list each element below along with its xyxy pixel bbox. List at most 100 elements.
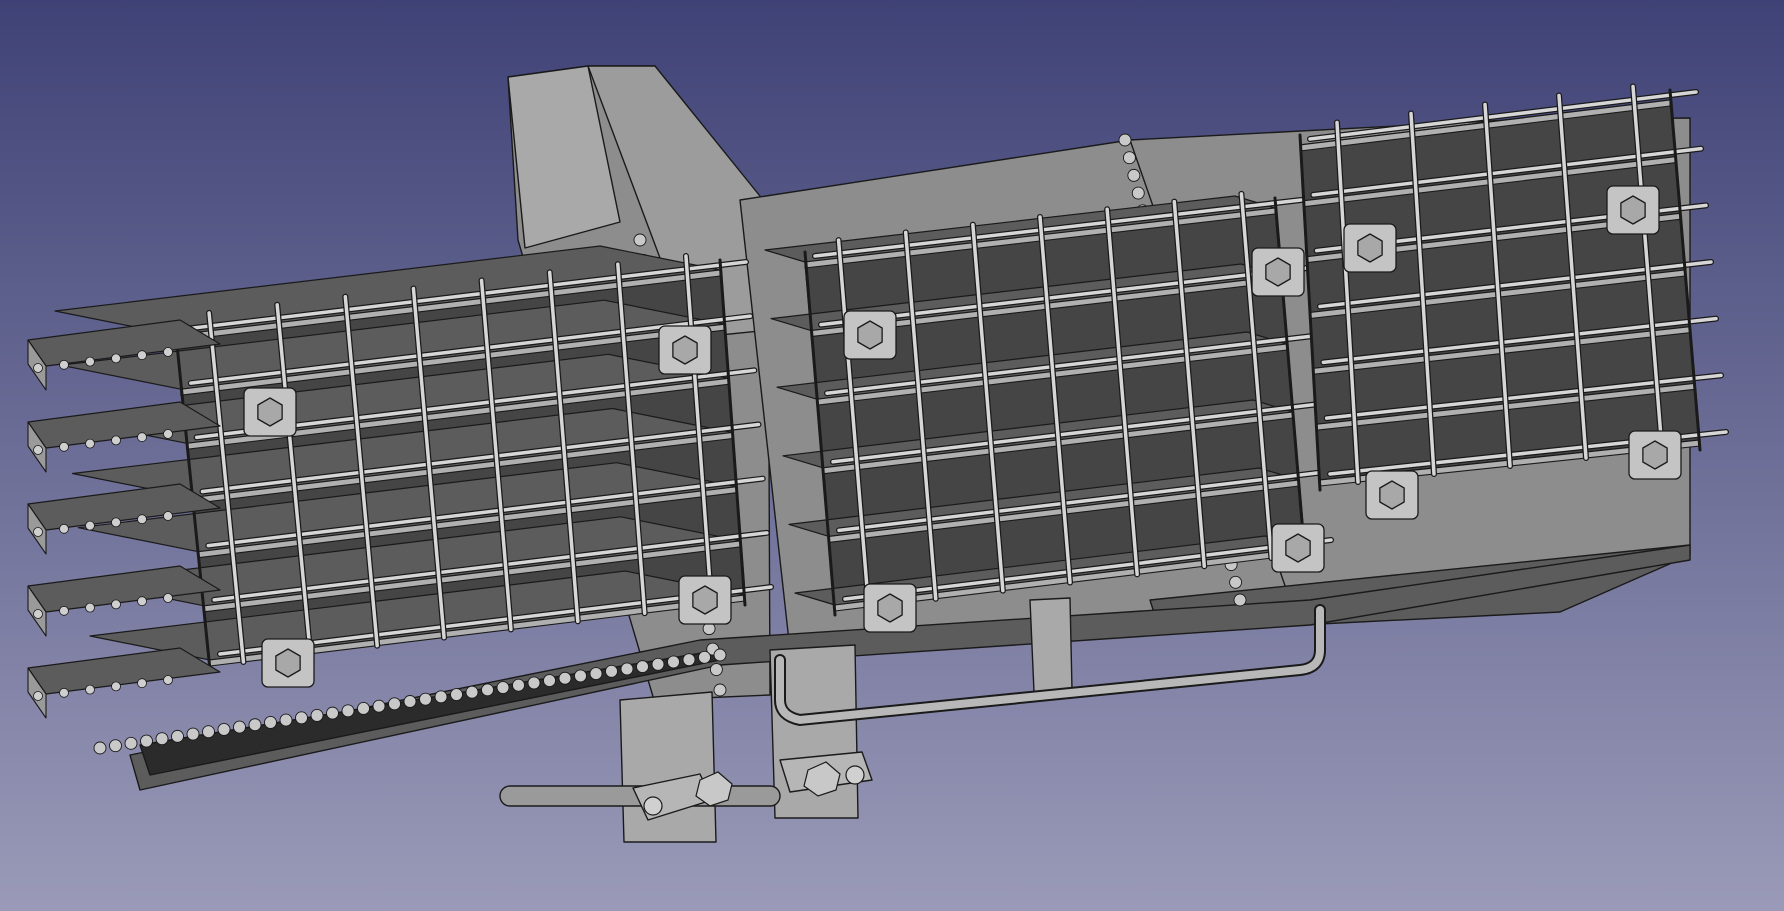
hex-bolt-clamp bbox=[863, 583, 917, 633]
rib-end-cap bbox=[163, 347, 173, 357]
weld-bead bbox=[574, 669, 587, 683]
weld-bead bbox=[633, 233, 647, 247]
weld-bead bbox=[620, 662, 634, 676]
hex-bolt-clamp bbox=[1628, 430, 1682, 480]
weld-bead bbox=[1233, 593, 1247, 607]
hex-bolt-clamp bbox=[1271, 523, 1325, 573]
rib-end-cap bbox=[163, 429, 173, 439]
hex-bolt-clamp bbox=[1606, 185, 1660, 235]
hex-nut bbox=[672, 335, 698, 365]
rib-end-cap bbox=[111, 517, 121, 528]
weld-bead bbox=[558, 671, 572, 685]
hex-bolt-clamp bbox=[658, 325, 712, 375]
rib-end-cap bbox=[85, 438, 95, 449]
rib-end-cap bbox=[137, 596, 147, 607]
weld-bead bbox=[1127, 168, 1141, 182]
hex-nut bbox=[275, 648, 301, 678]
rib-end-cap bbox=[59, 523, 69, 534]
weld-bead bbox=[1131, 186, 1145, 200]
weld-bead bbox=[202, 725, 215, 739]
weld-bead bbox=[155, 732, 169, 746]
axle-clamp-left-hole bbox=[643, 796, 663, 816]
hex-bolt-clamp bbox=[261, 638, 315, 688]
hex-nut bbox=[877, 593, 903, 623]
weld-bead bbox=[357, 702, 370, 715]
hex-bolt-clamp bbox=[1343, 223, 1397, 273]
rib-end-cap bbox=[33, 445, 43, 455]
grating-module-right bbox=[1298, 83, 1729, 520]
rib-end-cap bbox=[137, 432, 147, 443]
3d-model-scene[interactable] bbox=[0, 0, 1784, 911]
weld-bead bbox=[233, 720, 246, 734]
center-bracket bbox=[1029, 597, 1073, 693]
weld-bead bbox=[512, 678, 525, 692]
weld-bead bbox=[326, 706, 339, 720]
weld-bead bbox=[310, 709, 324, 722]
rib-end-cap bbox=[59, 359, 69, 370]
weld-bead bbox=[667, 655, 680, 669]
rib-end-cap bbox=[85, 520, 95, 531]
rib-end-cap bbox=[137, 514, 147, 525]
weld-bead bbox=[279, 713, 293, 727]
hex-nut bbox=[857, 320, 883, 350]
rib-end-cap bbox=[85, 602, 95, 613]
rib-end-cap bbox=[163, 593, 173, 603]
rib-end-cap bbox=[33, 609, 43, 619]
hex-nut bbox=[257, 397, 283, 427]
weld-bead bbox=[403, 695, 417, 708]
weld-bead bbox=[372, 699, 386, 713]
hex-nut bbox=[692, 585, 718, 615]
rib-end-cap bbox=[111, 599, 121, 610]
weld-bead bbox=[295, 711, 308, 725]
weld-bead bbox=[140, 734, 153, 748]
rib-end-cap bbox=[85, 684, 95, 695]
rib-end-cap bbox=[111, 353, 121, 364]
weld-bead bbox=[636, 660, 649, 674]
hex-nut bbox=[1265, 257, 1291, 287]
rib-end-cap bbox=[59, 687, 69, 698]
3d-viewport[interactable] bbox=[0, 0, 1784, 911]
rib-end-cap bbox=[137, 350, 147, 361]
hex-nut bbox=[1379, 480, 1405, 510]
rib-end-cap bbox=[163, 675, 173, 685]
hex-nut bbox=[1620, 195, 1646, 225]
weld-bead bbox=[543, 674, 556, 688]
weld-bead bbox=[419, 692, 432, 706]
rib-end-cap bbox=[111, 435, 121, 446]
weld-bead bbox=[481, 683, 494, 697]
axle-clamp-right-hole bbox=[845, 765, 865, 785]
hex-bolt-clamp bbox=[843, 310, 897, 360]
rib-end-cap bbox=[33, 527, 43, 537]
rib-end-cap bbox=[33, 691, 43, 701]
weld-bead bbox=[341, 704, 355, 718]
weld-bead bbox=[651, 657, 665, 671]
hex-nut bbox=[1357, 233, 1383, 263]
hex-bolt-clamp bbox=[1251, 247, 1305, 297]
weld-bead bbox=[1118, 133, 1132, 147]
weld-bead bbox=[186, 727, 200, 741]
hex-bolt-clamp bbox=[1365, 470, 1419, 520]
weld-bead bbox=[605, 664, 618, 678]
weld-bead bbox=[589, 667, 603, 681]
rib-end-cap bbox=[111, 681, 121, 692]
weld-bead bbox=[1122, 151, 1136, 165]
hex-bolt-clamp bbox=[243, 387, 297, 437]
rib-end-cap bbox=[59, 605, 69, 616]
weld-bead bbox=[713, 683, 727, 697]
weld-bead bbox=[388, 697, 401, 711]
weld-bead bbox=[496, 681, 510, 694]
weld-bead bbox=[450, 688, 463, 701]
rib-end-cap bbox=[163, 511, 173, 521]
weld-bead bbox=[248, 718, 262, 732]
weld-bead bbox=[682, 653, 696, 667]
weld-bead bbox=[264, 715, 277, 729]
left-support-leg bbox=[619, 691, 717, 843]
weld-bead bbox=[713, 648, 727, 662]
weld-bead bbox=[217, 722, 231, 736]
weld-bead bbox=[434, 690, 448, 704]
hex-bolt-clamp bbox=[678, 575, 732, 625]
weld-bead bbox=[93, 741, 107, 755]
weld-bead bbox=[171, 729, 184, 743]
rib-end-cap bbox=[59, 441, 69, 452]
weld-bead bbox=[709, 663, 723, 676]
